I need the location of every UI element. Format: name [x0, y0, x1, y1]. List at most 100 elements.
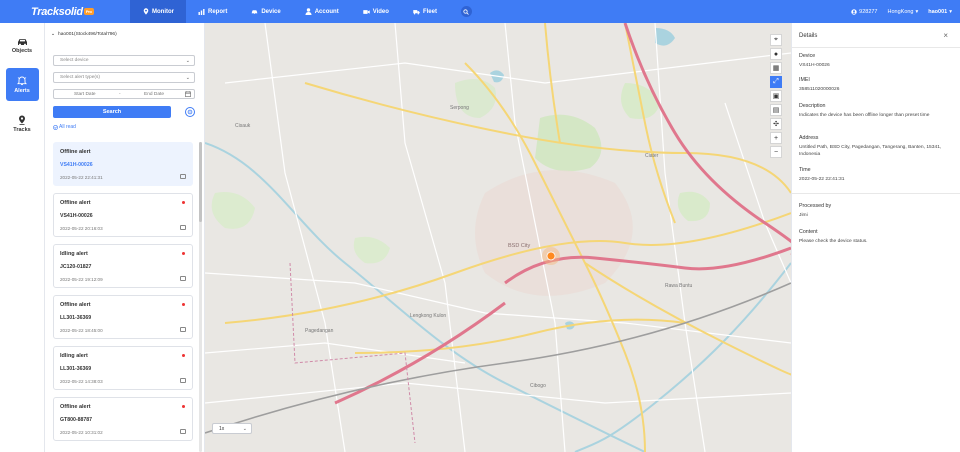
message-icon[interactable] — [180, 276, 186, 281]
ruler-icon: ▦ — [772, 65, 780, 72]
alert-time: 2022-05-22 19:12:09 — [60, 277, 103, 282]
map-tiles — [205, 23, 791, 452]
measure-button[interactable]: ▦ — [770, 62, 782, 74]
alert-device: VS41H-00026 — [60, 213, 93, 219]
device-label: Device — [799, 53, 816, 59]
alert-card[interactable]: Offline alert VS41H-00026 2022-05-22 22:… — [53, 142, 193, 186]
alert-time: 2022-05-22 14:38:03 — [60, 379, 103, 384]
map-label: Cibogo — [530, 383, 546, 389]
alert-list-scrollbar[interactable] — [199, 142, 202, 452]
alert-time: 2022-05-22 22:41:31 — [60, 175, 103, 180]
app-logo[interactable]: Tracksolid Pro — [31, 4, 94, 19]
nav-report[interactable]: Report — [186, 0, 239, 23]
map-layer-button[interactable]: ▤ — [770, 104, 782, 116]
main-nav: Monitor Report Device Account Video Flee… — [130, 0, 472, 23]
chart-icon — [198, 8, 205, 15]
timezone-dropdown[interactable]: HongKong ▾ — [888, 9, 919, 15]
logo-badge: Pro — [83, 8, 94, 15]
nav-account[interactable]: Account — [293, 0, 351, 23]
alert-time: 2022-05-22 18:45:00 — [60, 328, 103, 333]
address-value: Untitled Path, BSD City, Pagedangan, Tan… — [799, 145, 942, 157]
nav-fleet[interactable]: Fleet — [401, 0, 449, 23]
cluster-button[interactable]: ✣ — [770, 118, 782, 130]
user-menu[interactable]: hao001 ▾ — [928, 9, 952, 15]
nav-monitor[interactable]: Monitor — [130, 0, 186, 23]
alert-device: LL301-36369 — [60, 315, 92, 321]
street-view-button[interactable]: ● — [770, 48, 782, 60]
map-label: Lengkong Kulon — [410, 313, 447, 319]
sidebar-item-label: Tracks — [13, 126, 31, 133]
alert-card[interactable]: Offline alert LL301-36369 2022-05-22 18:… — [53, 295, 193, 339]
alert-card[interactable]: Idling alert JC120-01827 2022-05-22 19:1… — [53, 244, 193, 288]
content-value: Please check the device status. — [799, 239, 868, 244]
alert-device: GT800-88787 — [60, 417, 93, 423]
unread-dot — [182, 201, 185, 204]
alert-card[interactable]: Idling alert LL301-36369 2022-05-22 14:3… — [53, 346, 193, 390]
nav-fleet-label: Fleet — [422, 8, 437, 15]
user-circle-icon — [851, 8, 857, 15]
fullscreen-button[interactable]: ⤢ — [770, 76, 782, 88]
alert-device: JC120-01827 — [60, 264, 92, 270]
alert-type: Offline alert — [60, 200, 91, 206]
sidebar-item-label: Alerts — [14, 87, 30, 94]
alert-card[interactable]: Offline alert VS41H-00026 2022-05-22 20:… — [53, 193, 193, 237]
sidebar-item-objects[interactable]: Objects — [6, 29, 39, 62]
chevron-down-icon: ▾ — [915, 8, 919, 15]
chevron-down-icon: ⌄ — [185, 75, 190, 81]
close-icon[interactable]: × — [943, 31, 948, 40]
time-label: Time — [799, 167, 811, 173]
alert-type: Offline alert — [60, 404, 91, 410]
description-value: Indicates the device has been offline lo… — [799, 113, 930, 118]
nav-device[interactable]: Device — [239, 0, 292, 23]
map-pin-icon — [142, 8, 149, 15]
crosshair-icon: ⌖ — [774, 36, 778, 43]
sidebar-item-tracks[interactable]: Tracks — [6, 107, 39, 140]
search-icon — [463, 8, 470, 15]
chevron-down-icon: ▾ — [949, 8, 952, 15]
alert-type-select[interactable]: Select alert type(s) ⌄ — [53, 72, 195, 83]
map-label: Rawa Buntu — [665, 283, 693, 289]
processed-by-label: Processed by — [799, 203, 832, 209]
start-date-input[interactable]: Start Date — [74, 92, 96, 97]
nav-device-label: Device — [261, 8, 281, 15]
alert-card[interactable]: Offline alert GT800-88787 2022-05-22 10:… — [53, 397, 193, 441]
zoom-out-button[interactable]: − — [770, 146, 782, 158]
message-icon[interactable] — [180, 225, 186, 230]
address-label: Address — [799, 135, 819, 141]
traffic-button[interactable]: ▣ — [770, 90, 782, 102]
message-icon[interactable] — [180, 327, 186, 332]
map-canvas[interactable]: BSD City Serpong Pagedangan Ciater Cisau… — [205, 23, 791, 452]
alert-panel: ⌄ hao001(Stock496/Total796) Select devic… — [45, 23, 205, 452]
details-title: Details — [799, 33, 818, 39]
search-button[interactable]: Search — [53, 106, 171, 118]
briefcase-icon: ▣ — [772, 93, 780, 100]
nav-video[interactable]: Video — [351, 0, 401, 23]
sidebar-item-alerts[interactable]: Alerts — [5, 68, 39, 101]
message-icon[interactable] — [180, 429, 186, 434]
message-icon[interactable] — [180, 174, 186, 179]
car-icon — [251, 8, 258, 15]
video-icon — [362, 8, 370, 15]
mark-all-read-link[interactable]: All read — [53, 124, 76, 130]
bell-icon — [17, 76, 27, 85]
end-date-input[interactable]: End Date — [144, 92, 164, 97]
zoom-in-button[interactable]: + — [770, 132, 782, 144]
alert-time: 2022-05-22 10:31:02 — [60, 430, 103, 435]
message-icon[interactable] — [180, 378, 186, 383]
playback-speed-select[interactable]: 1x ⌄ — [212, 423, 252, 434]
date-range-picker[interactable]: Start Date - End Date — [53, 89, 195, 99]
account-id-badge[interactable]: 928277 — [851, 8, 878, 15]
chevron-down-icon: ⌄ — [242, 426, 247, 432]
chevron-down-icon: ⌄ — [185, 58, 190, 64]
map-label: Cisauk — [235, 123, 251, 129]
account-tree-selector[interactable]: ⌄ hao001(Stock496/Total796) — [51, 32, 117, 37]
device-select[interactable]: Select device ⌄ — [53, 55, 195, 66]
alert-list: Offline alert VS41H-00026 2022-05-22 22:… — [53, 142, 193, 448]
locate-button[interactable]: ⌖ — [770, 34, 782, 46]
route-pin-icon — [19, 115, 25, 125]
map-label: BSD City — [508, 243, 531, 249]
date-separator: - — [119, 91, 121, 97]
alert-settings-button[interactable] — [185, 107, 195, 117]
global-search-button[interactable] — [460, 6, 472, 17]
nav-monitor-label: Monitor — [152, 8, 174, 15]
